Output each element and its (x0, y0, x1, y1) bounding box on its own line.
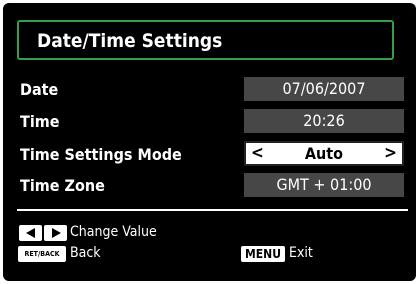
time-zone-label: Time Zone (20, 176, 105, 195)
date-value[interactable]: 07/06/2007 (244, 77, 404, 101)
date-label: Date (20, 80, 59, 99)
footer-divider (17, 209, 408, 211)
arrow-right-icon[interactable]: > (384, 143, 397, 164)
time-label: Time (20, 112, 60, 131)
time-zone-value[interactable]: GMT + 01:00 (244, 173, 404, 197)
page-title: Date/Time Settings (37, 30, 223, 52)
left-key-icon (19, 225, 42, 241)
exit-hint: Exit (289, 245, 313, 261)
change-value-hint: Change Value (70, 224, 157, 240)
ret-back-key-icon: RET/BACK (18, 246, 66, 262)
title-bar: Date/Time Settings (17, 20, 394, 60)
left-right-keys-icon (19, 225, 67, 241)
menu-key-icon: MENU (241, 246, 285, 262)
arrow-left-icon[interactable]: < (251, 143, 264, 164)
osd-window: Date/Time Settings Date 07/06/2007 Time … (3, 3, 416, 281)
time-settings-mode-value: Auto (304, 144, 344, 163)
time-settings-mode-selector[interactable]: < Auto > (244, 141, 404, 166)
back-hint: Back (70, 245, 101, 261)
time-settings-mode-label: Time Settings Mode (20, 145, 182, 164)
time-value[interactable]: 20:26 (244, 109, 404, 133)
right-key-icon (44, 225, 67, 241)
